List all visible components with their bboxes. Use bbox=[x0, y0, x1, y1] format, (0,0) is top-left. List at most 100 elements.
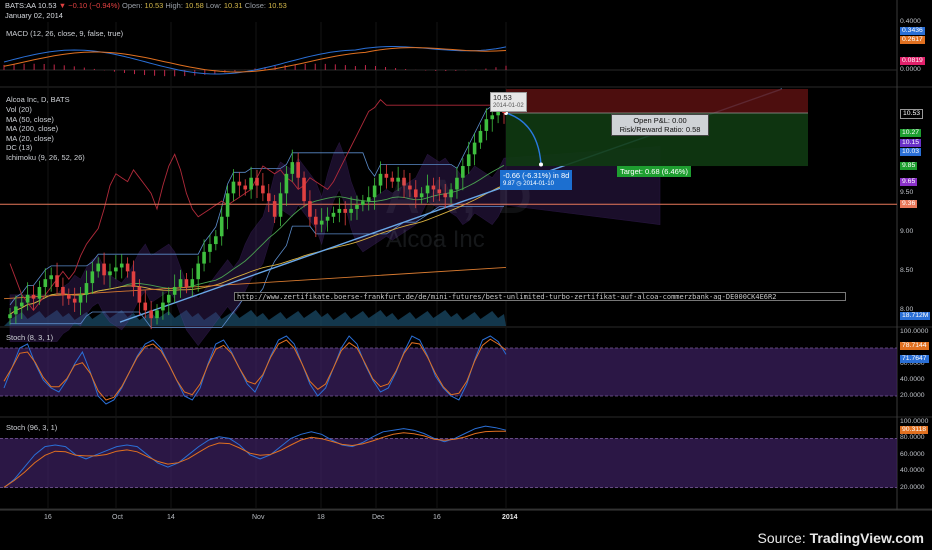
macd-tick: 0.4000 bbox=[900, 18, 921, 25]
url-annotation[interactable]: http://www.zertifikate.boerse-frankfurt.… bbox=[234, 292, 846, 301]
stop-zone bbox=[506, 89, 808, 113]
candle bbox=[355, 205, 359, 209]
pnl-line: Open P&L: 0.00 bbox=[633, 116, 687, 125]
macd-badge: 0.0819 bbox=[900, 57, 925, 65]
candle bbox=[166, 294, 171, 303]
source-credit: Source: TradingView.com bbox=[757, 530, 924, 546]
candle bbox=[61, 286, 65, 295]
candle bbox=[102, 263, 106, 276]
indicator-dc[interactable]: DC (13) bbox=[6, 143, 85, 153]
candle bbox=[55, 275, 59, 287]
open-value: 10.53 bbox=[144, 1, 164, 10]
candle bbox=[249, 177, 253, 190]
candle bbox=[202, 251, 206, 264]
price-tick: 9.00 bbox=[900, 228, 914, 236]
main-pane-label[interactable]: Alcoa Inc, D, BATS bbox=[6, 95, 70, 105]
time-axis-label: 16 bbox=[44, 514, 52, 521]
price-tag-date: 2014-01-02 bbox=[493, 103, 524, 109]
price-tick: 9.50 bbox=[900, 189, 914, 197]
low-value: 10.31 bbox=[223, 1, 243, 10]
price-badge: 9.85 bbox=[900, 162, 918, 171]
stoch1-tick: 40.0000 bbox=[900, 376, 925, 383]
candle bbox=[184, 279, 189, 287]
candle bbox=[266, 193, 271, 202]
candle bbox=[314, 216, 318, 225]
indicator-ma20[interactable]: MA (20, close) bbox=[6, 134, 85, 144]
indicator-vol[interactable]: Vol (20) bbox=[6, 105, 85, 115]
stop-label[interactable]: -0.66 (-6.31%) in 8d 9.87 ◷ 2014-01-10 bbox=[500, 170, 572, 190]
candle bbox=[19, 302, 24, 307]
stoch2-tick: 80.0000 bbox=[900, 434, 925, 442]
indicator-ichimoku[interactable]: Ichimoku (9, 26, 52, 26) bbox=[6, 153, 85, 163]
target-label[interactable]: Target: 0.68 (6.46%) bbox=[617, 166, 691, 177]
change: ▼ −0.10 (−0.94%) bbox=[58, 1, 120, 10]
time-axis-label: Nov bbox=[252, 514, 265, 521]
candle bbox=[219, 216, 224, 237]
candle bbox=[361, 201, 365, 206]
price-tag[interactable]: 10.53 2014-01-02 bbox=[490, 92, 527, 112]
time-axis-label: 14 bbox=[167, 514, 175, 521]
stoch2-tick: 40.0000 bbox=[900, 467, 925, 475]
stoch2-tick: 20.0000 bbox=[900, 483, 925, 491]
candle bbox=[214, 236, 218, 245]
candle bbox=[208, 244, 212, 252]
source-brand: TradingView.com bbox=[809, 530, 924, 546]
candle bbox=[78, 294, 83, 303]
candle bbox=[484, 119, 489, 131]
macd-badge: 0.3436 bbox=[900, 27, 925, 35]
candle bbox=[67, 294, 71, 299]
stoch1-tick: 100.0000 bbox=[900, 328, 929, 335]
candle bbox=[337, 208, 342, 213]
candle bbox=[378, 173, 383, 186]
price-badge: 9.65 bbox=[900, 177, 918, 186]
indicator-ma200[interactable]: MA (200, close) bbox=[6, 124, 85, 134]
stoch2-tick: 100.0000 bbox=[900, 418, 929, 425]
time-axis-label: Oct bbox=[112, 514, 123, 521]
candle bbox=[225, 193, 230, 217]
indicator-ma50[interactable]: MA (50, close) bbox=[6, 115, 85, 125]
open-label: Open: bbox=[122, 1, 143, 10]
risk-reward-line: Risk/Reward Ratio: 0.58 bbox=[619, 125, 701, 134]
macd-badge: 0.2617 bbox=[900, 36, 925, 44]
candle bbox=[84, 283, 89, 295]
stoch2-tick: 60.0000 bbox=[900, 450, 925, 458]
volume-badge: 18.712M bbox=[900, 312, 931, 320]
candle bbox=[149, 310, 153, 319]
candle bbox=[284, 173, 289, 194]
candle bbox=[43, 279, 48, 287]
candle bbox=[172, 286, 177, 295]
stoch2-badge: 90.3118 bbox=[900, 425, 929, 434]
time-axis-label: 2014 bbox=[502, 514, 518, 521]
macd-signal-line bbox=[3, 47, 507, 73]
candle bbox=[331, 212, 336, 217]
candle bbox=[143, 302, 148, 311]
stop-line: -0.66 (-6.31%) in 8d bbox=[503, 171, 570, 180]
stoch-pane-2 bbox=[0, 425, 897, 489]
close-label: Close: bbox=[244, 1, 266, 10]
candle bbox=[131, 271, 136, 287]
candle bbox=[190, 279, 195, 287]
price-badge: 9.36 bbox=[900, 200, 918, 209]
candle bbox=[31, 294, 36, 299]
candle bbox=[8, 314, 12, 319]
candle bbox=[261, 185, 265, 194]
stoch1-label[interactable]: Stoch (8, 3, 1) bbox=[6, 333, 53, 343]
pnl-box[interactable]: Open P&L: 0.00 Risk/Reward Ratio: 0.58 bbox=[611, 114, 709, 136]
candle bbox=[272, 201, 277, 217]
macd-pane bbox=[0, 46, 897, 77]
price-badge: 10.03 bbox=[900, 147, 922, 156]
candle bbox=[37, 286, 42, 299]
last-price: 10.53 bbox=[37, 1, 57, 10]
candle bbox=[72, 298, 77, 303]
candle bbox=[137, 286, 142, 303]
candle bbox=[325, 216, 330, 221]
watermark-name: Alcoa Inc bbox=[386, 226, 485, 253]
candle bbox=[108, 271, 112, 276]
stoch2-label[interactable]: Stoch (96, 3, 1) bbox=[6, 423, 57, 433]
candle bbox=[302, 177, 306, 202]
indicator-list: Vol (20) MA (50, close) MA (200, close) … bbox=[6, 105, 85, 162]
candle bbox=[49, 275, 53, 280]
macd-label[interactable]: MACD (12, 26, close, 9, false, true) bbox=[6, 29, 123, 39]
price-tick: 8.50 bbox=[900, 267, 914, 275]
candle bbox=[231, 181, 236, 194]
